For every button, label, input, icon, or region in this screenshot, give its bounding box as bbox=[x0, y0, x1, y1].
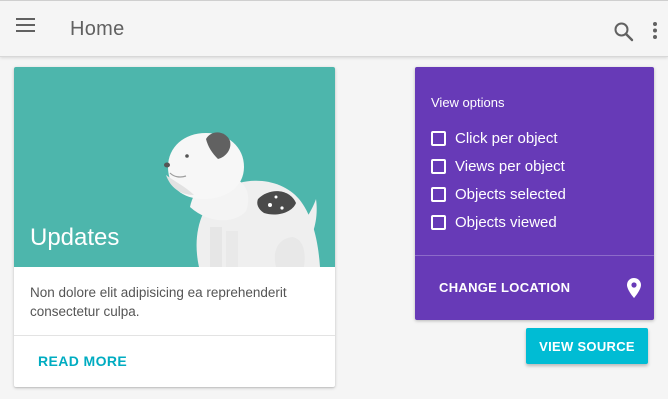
card-divider bbox=[14, 335, 335, 336]
checkbox-label: Click per object bbox=[455, 129, 558, 147]
checkbox-objects-selected[interactable]: Objects selected bbox=[431, 184, 566, 204]
checkbox-label: Objects selected bbox=[455, 185, 566, 203]
checkbox-box[interactable] bbox=[431, 186, 446, 202]
page-title: Home bbox=[70, 18, 125, 40]
more-vert-icon[interactable] bbox=[650, 21, 660, 43]
checkbox-box[interactable] bbox=[431, 214, 446, 230]
checkbox-box[interactable] bbox=[431, 158, 446, 174]
options-divider bbox=[415, 255, 654, 256]
read-more-button[interactable]: READ MORE bbox=[38, 353, 127, 369]
card-media: Updates bbox=[14, 67, 335, 267]
menu-icon[interactable] bbox=[16, 18, 36, 38]
checkbox-box[interactable] bbox=[431, 130, 446, 146]
view-source-button[interactable]: VIEW SOURCE bbox=[526, 328, 648, 364]
app-bar: Home bbox=[0, 0, 668, 57]
updates-card: Updates Non dolore elit adipisicing ea r… bbox=[14, 67, 335, 387]
search-icon[interactable] bbox=[613, 21, 635, 43]
location-pin-icon[interactable] bbox=[626, 277, 642, 299]
card-supporting-text: Non dolore elit adipisicing ea reprehend… bbox=[30, 285, 287, 319]
checkbox-label: Views per object bbox=[455, 157, 565, 175]
checkbox-views-per-object[interactable]: Views per object bbox=[431, 156, 565, 176]
card-title: Updates bbox=[30, 224, 120, 251]
change-location-button[interactable]: CHANGE LOCATION bbox=[439, 280, 570, 295]
options-heading: View options bbox=[431, 95, 505, 110]
checkbox-click-per-object[interactable]: Click per object bbox=[431, 128, 558, 148]
checkbox-objects-viewed[interactable]: Objects viewed bbox=[431, 212, 557, 232]
checkbox-label: Objects viewed bbox=[455, 213, 557, 231]
view-options-card: View options Click per object Views per … bbox=[415, 67, 654, 320]
